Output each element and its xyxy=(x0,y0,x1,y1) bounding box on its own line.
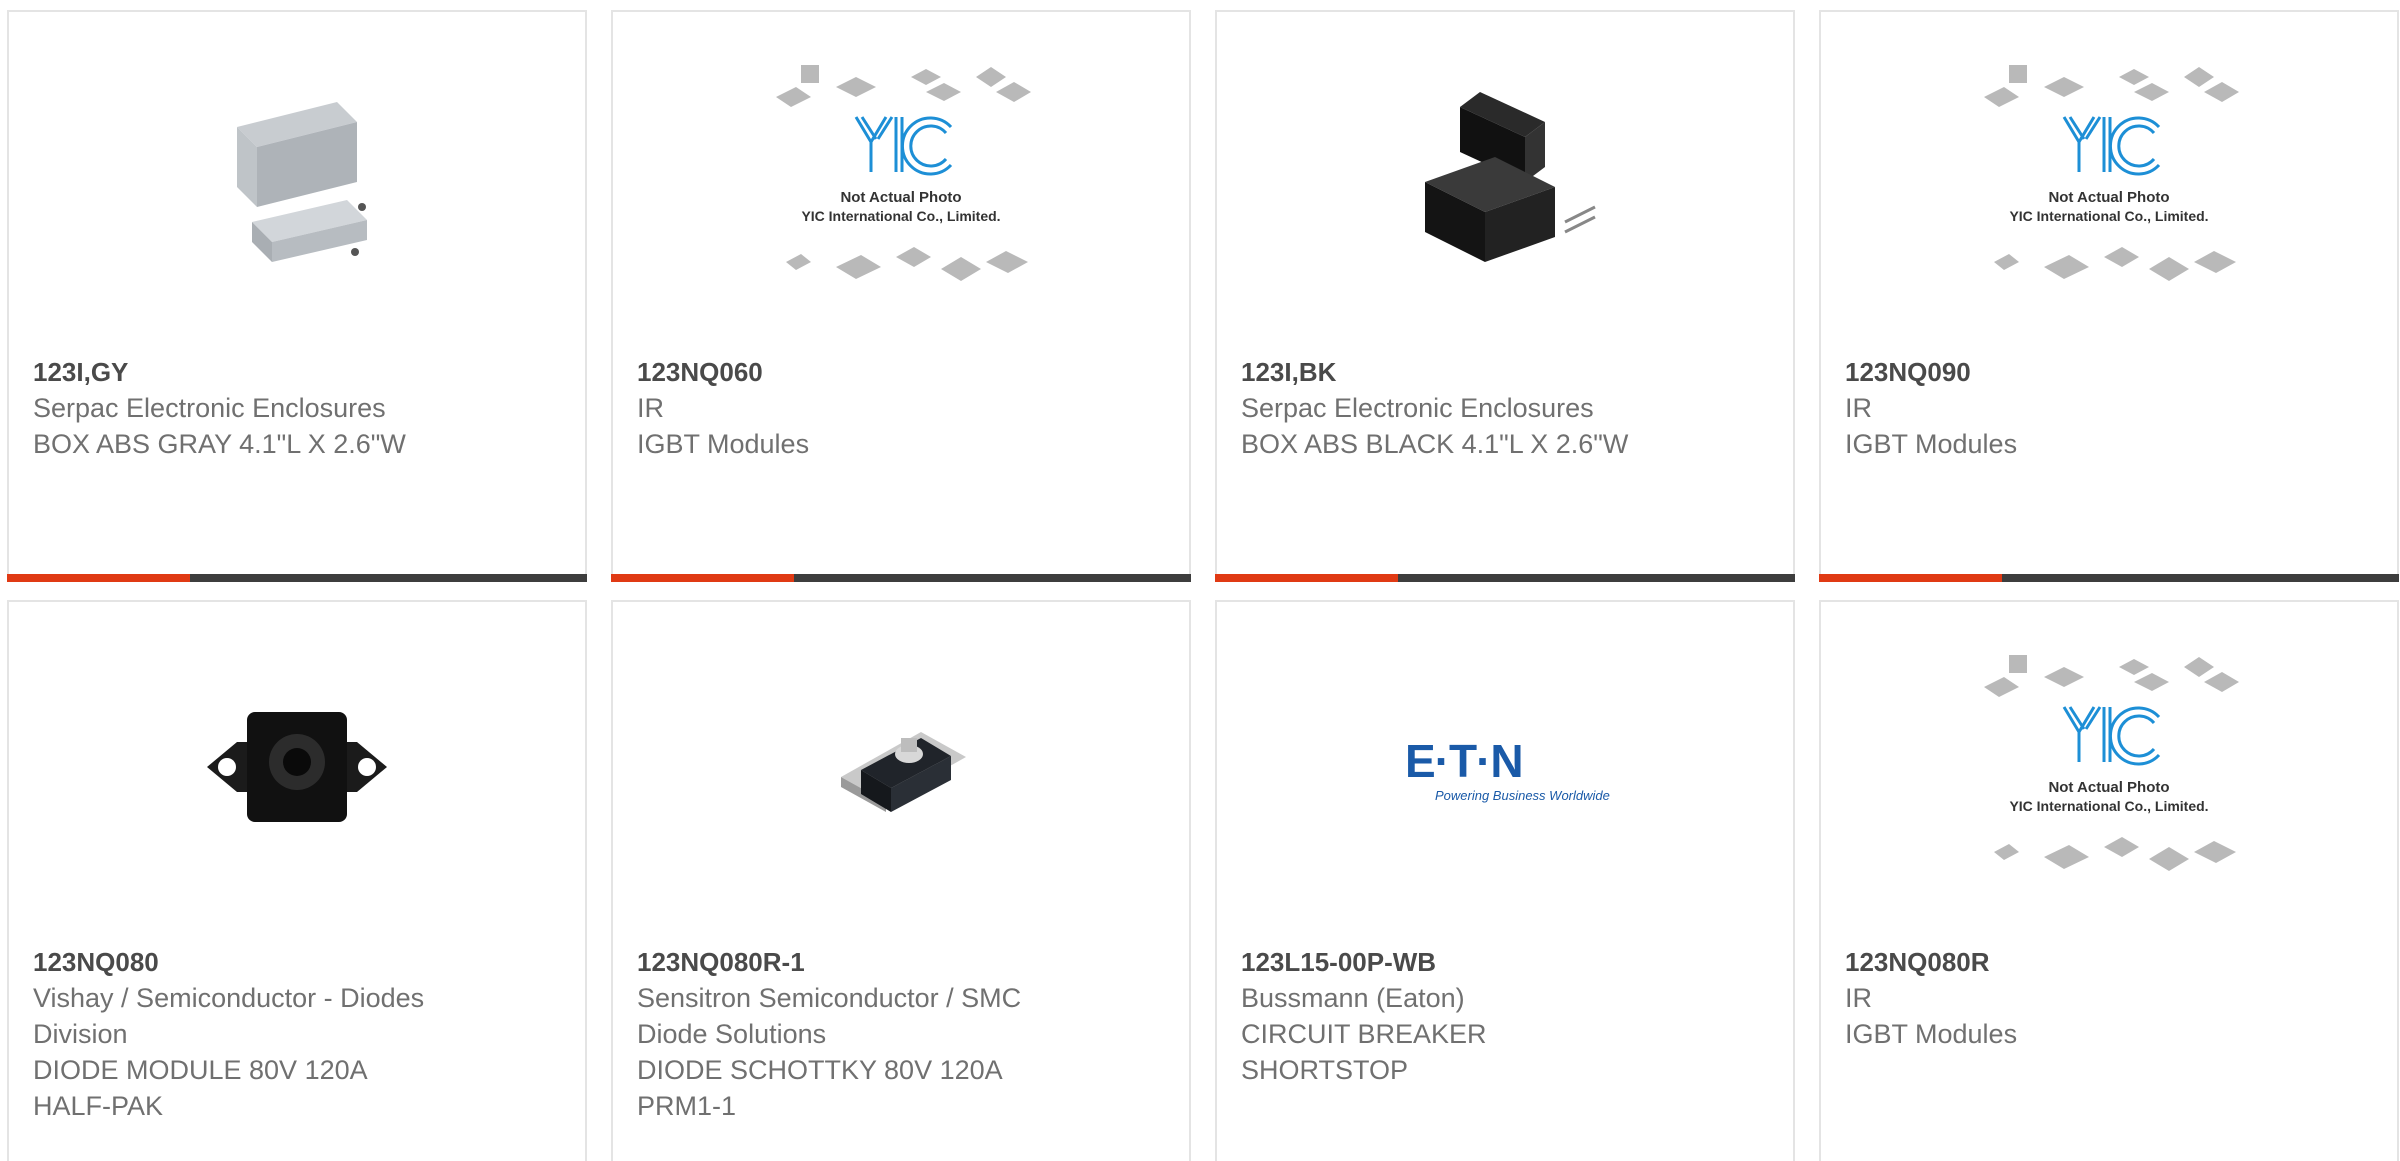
black-enclosure-icon xyxy=(1217,72,1793,292)
description-cont: PRM1-1 xyxy=(637,1091,737,1121)
manufacturer: Sensitron Semiconductor / SMC xyxy=(637,983,1022,1013)
product-info: 123NQ090 IR IGBT Modules xyxy=(1845,354,2381,462)
part-number[interactable]: 123NQ080R xyxy=(1845,944,2381,980)
yic-placeholder-icon: Not Actual Photo YIC International Co., … xyxy=(1821,655,2397,882)
svg-text:YIC International Co., Limited: YIC International Co., Limited. xyxy=(2009,208,2208,224)
svg-text:Not Actual Photo: Not Actual Photo xyxy=(2048,189,2169,206)
description: IGBT Modules xyxy=(637,429,810,459)
product-info: 123NQ080R-1 Sensitron Semiconductor / SM… xyxy=(637,944,1173,1124)
description: IGBT Modules xyxy=(1845,1019,2018,1049)
svg-text:E·T·N: E·T·N xyxy=(1405,735,1523,787)
part-number[interactable]: 123NQ080R-1 xyxy=(637,944,1173,980)
manufacturer: Serpac Electronic Enclosures xyxy=(33,393,386,423)
description: BOX ABS BLACK 4.1"L X 2.6"W xyxy=(1241,429,1629,459)
product-card[interactable]: 123I,BK Serpac Electronic Enclosures BOX… xyxy=(1215,10,1795,582)
description: DIODE SCHOTTKY 80V 120A xyxy=(637,1055,1003,1085)
svg-text:Not Actual Photo: Not Actual Photo xyxy=(840,189,961,206)
yic-placeholder-icon: Not Actual Photo YIC International Co., … xyxy=(613,65,1189,292)
part-number[interactable]: 123I,GY xyxy=(33,354,569,390)
description-cont: HALF-PAK xyxy=(33,1091,164,1121)
card-bottom-bar xyxy=(1819,574,2399,582)
yic-placeholder-icon: Not Actual Photo YIC International Co., … xyxy=(1821,65,2397,292)
description: DIODE MODULE 80V 120A xyxy=(33,1055,368,1085)
product-info: 123I,BK Serpac Electronic Enclosures BOX… xyxy=(1241,354,1777,462)
schottky-module-icon xyxy=(613,662,1189,882)
product-card[interactable]: 123NQ080 Vishay / Semiconductor - Diodes… xyxy=(7,600,587,1161)
manufacturer: IR xyxy=(637,393,664,423)
product-card[interactable]: Not Actual Photo YIC International Co., … xyxy=(1819,600,2399,1161)
gray-enclosure-icon xyxy=(9,72,585,292)
svg-text:YIC International Co., Limited: YIC International Co., Limited. xyxy=(2009,798,2208,814)
svg-text:Powering Business Worldwide: Powering Business Worldwide xyxy=(1435,788,1610,803)
product-info: 123NQ080 Vishay / Semiconductor - Diodes… xyxy=(33,944,569,1124)
product-card[interactable]: E·T·N Powering Business Worldwide 123L15… xyxy=(1215,600,1795,1161)
card-bottom-bar xyxy=(1215,574,1795,582)
product-card[interactable]: Not Actual Photo YIC International Co., … xyxy=(611,10,1191,582)
product-card[interactable]: 123I,GY Serpac Electronic Enclosures BOX… xyxy=(7,10,587,582)
product-card[interactable]: Not Actual Photo YIC International Co., … xyxy=(1819,10,2399,582)
part-number[interactable]: 123NQ060 xyxy=(637,354,1173,390)
product-grid: 123I,GY Serpac Electronic Enclosures BOX… xyxy=(0,0,2400,1161)
product-card[interactable]: 123NQ080R-1 Sensitron Semiconductor / SM… xyxy=(611,600,1191,1161)
product-info: 123NQ080R IR IGBT Modules xyxy=(1845,944,2381,1052)
part-number[interactable]: 123NQ090 xyxy=(1845,354,2381,390)
description-cont: SHORTSTOP xyxy=(1241,1055,1409,1085)
description: IGBT Modules xyxy=(1845,429,2018,459)
part-number[interactable]: 123L15-00P-WB xyxy=(1241,944,1777,980)
svg-text:YIC International Co., Limited: YIC International Co., Limited. xyxy=(801,208,1000,224)
product-info: 123NQ060 IR IGBT Modules xyxy=(637,354,1173,462)
manufacturer: IR xyxy=(1845,983,1872,1013)
manufacturer: Vishay / Semiconductor - Diodes xyxy=(33,983,425,1013)
product-info: 123L15-00P-WB Bussmann (Eaton) CIRCUIT B… xyxy=(1241,944,1777,1088)
description: CIRCUIT BREAKER xyxy=(1241,1019,1487,1049)
manufacturer: IR xyxy=(1845,393,1872,423)
product-info: 123I,GY Serpac Electronic Enclosures BOX… xyxy=(33,354,569,462)
part-number[interactable]: 123NQ080 xyxy=(33,944,569,980)
part-number[interactable]: 123I,BK xyxy=(1241,354,1777,390)
card-bottom-bar xyxy=(7,574,587,582)
svg-text:Not Actual Photo: Not Actual Photo xyxy=(2048,779,2169,796)
manufacturer-cont: Diode Solutions xyxy=(637,1019,827,1049)
manufacturer: Bussmann (Eaton) xyxy=(1241,983,1465,1013)
description: BOX ABS GRAY 4.1"L X 2.6"W xyxy=(33,429,406,459)
card-bottom-bar xyxy=(611,574,1191,582)
manufacturer-cont: Division xyxy=(33,1019,128,1049)
eaton-logo-icon: E·T·N Powering Business Worldwide xyxy=(1217,662,1793,882)
manufacturer: Serpac Electronic Enclosures xyxy=(1241,393,1594,423)
diode-module-icon xyxy=(9,662,585,882)
